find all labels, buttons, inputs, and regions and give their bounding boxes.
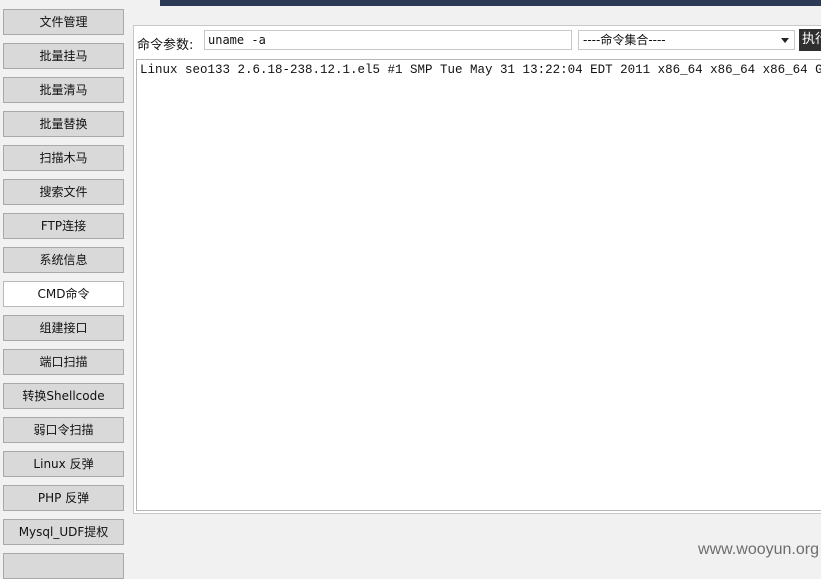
chevron-down-icon: [781, 38, 789, 43]
menu-linux-reverse[interactable]: Linux 反弹: [3, 451, 124, 477]
menu-batch-inject[interactable]: 批量挂马: [3, 43, 124, 69]
execute-button[interactable]: 执行: [799, 29, 821, 51]
menu-ftp-connect[interactable]: FTP连接: [3, 213, 124, 239]
command-args-label: 命令参数:: [137, 38, 194, 53]
sidebar-menu: 文件管理 批量挂马 批量清马 批量替换 扫描木马 搜索文件 FTP连接 系统信息…: [0, 0, 132, 579]
command-set-select[interactable]: ----命令集合----: [578, 30, 795, 50]
watermark: www.wooyun.org: [698, 541, 819, 558]
command-output-text: Linux seo133 2.6.18-238.12.1.el5 #1 SMP …: [140, 63, 821, 77]
command-set-value: ----命令集合----: [583, 33, 666, 47]
menu-scan-trojan[interactable]: 扫描木马: [3, 145, 124, 171]
cmd-panel: 命令参数: ----命令集合---- 执行 Linux seo133 2.6.1…: [133, 25, 821, 514]
menu-weak-password-scan[interactable]: 弱口令扫描: [3, 417, 124, 443]
menu-port-scan[interactable]: 端口扫描: [3, 349, 124, 375]
menu-cmd-command[interactable]: CMD命令: [3, 281, 124, 307]
menu-batch-clean[interactable]: 批量清马: [3, 77, 124, 103]
menu-search-files[interactable]: 搜索文件: [3, 179, 124, 205]
menu-php-reverse[interactable]: PHP 反弹: [3, 485, 124, 511]
command-input[interactable]: [204, 30, 572, 50]
menu-system-info[interactable]: 系统信息: [3, 247, 124, 273]
command-output[interactable]: Linux seo133 2.6.18-238.12.1.el5 #1 SMP …: [136, 59, 821, 511]
menu-file-manager[interactable]: 文件管理: [3, 9, 124, 35]
menu-build-interface[interactable]: 组建接口: [3, 315, 124, 341]
menu-more[interactable]: [3, 553, 124, 579]
top-bar: [160, 0, 821, 6]
menu-batch-replace[interactable]: 批量替换: [3, 111, 124, 137]
menu-convert-shellcode[interactable]: 转换Shellcode: [3, 383, 124, 409]
menu-mysql-udf[interactable]: Mysql_UDF提权: [3, 519, 124, 545]
